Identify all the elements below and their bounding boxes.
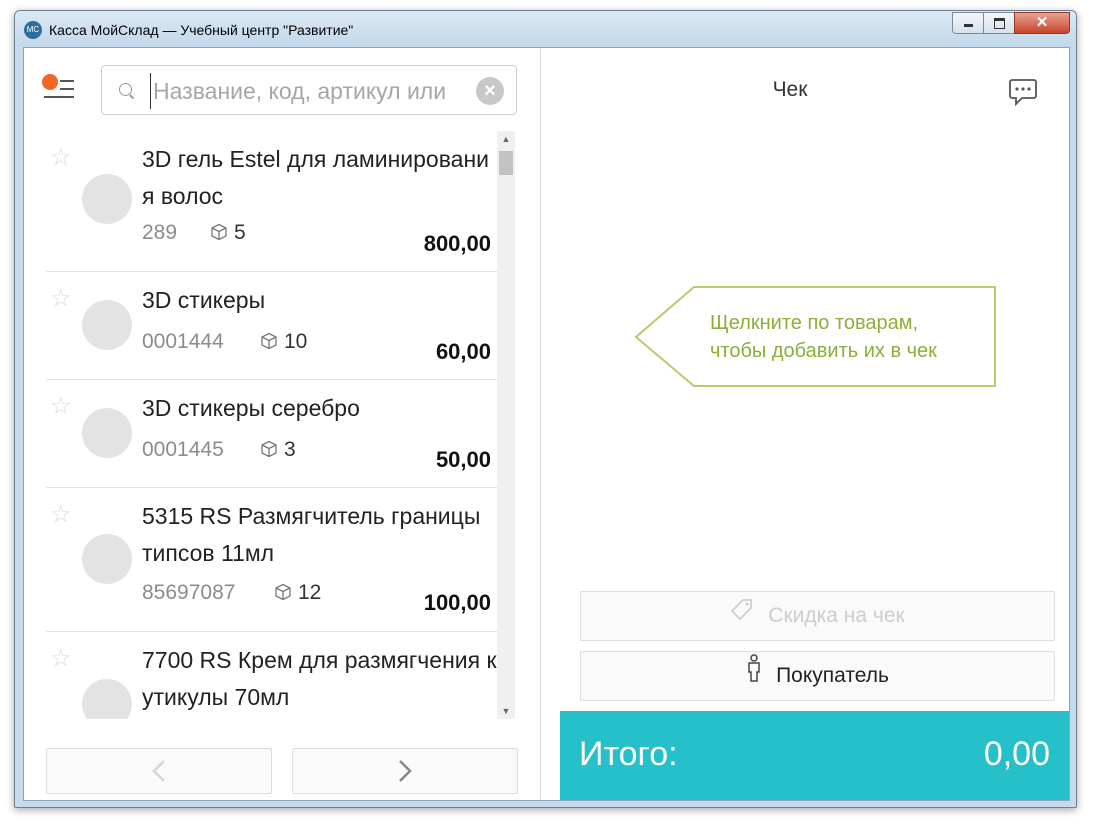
- total-label: Итого:: [579, 735, 678, 773]
- maximize-button[interactable]: [983, 12, 1015, 34]
- product-stock: 12: [274, 581, 321, 605]
- product-stock: 10: [260, 330, 307, 354]
- product-price: 100,00: [423, 590, 491, 615]
- product-name: 3D гель Estel для ламинирования волос: [142, 146, 490, 209]
- product-thumbnail: [82, 534, 132, 584]
- minimize-button[interactable]: [952, 12, 984, 34]
- search-box: ×: [101, 65, 517, 115]
- total-value: 0,00: [983, 735, 1050, 773]
- product-price: 50,00: [435, 447, 491, 472]
- product-thumbnail: [82, 174, 132, 224]
- product-code: 0001444: [142, 330, 224, 353]
- product-thumbnail: [82, 408, 132, 458]
- person-icon: [746, 652, 762, 700]
- chevron-right-icon: [399, 760, 412, 782]
- buyer-label: Покупатель: [776, 664, 889, 687]
- product-price: 800,00: [423, 231, 491, 256]
- minimize-icon: [964, 24, 973, 27]
- window-controls: ✕: [952, 12, 1070, 34]
- scroll-down-arrow-icon[interactable]: ▼: [497, 703, 515, 719]
- stock-count: 10: [284, 330, 308, 353]
- product-name: 5315 RS Размягчитель границы типсов 11мл: [142, 503, 481, 566]
- app-window: МС Касса МойСклад — Учебный центр "Разви…: [14, 10, 1077, 808]
- buyer-button[interactable]: Покупатель: [580, 651, 1055, 701]
- favorite-star-icon[interactable]: ☆: [50, 644, 72, 673]
- menu-line: [60, 80, 74, 82]
- stock-count: 3: [284, 438, 296, 461]
- next-page-button[interactable]: [292, 748, 518, 794]
- clear-search-button[interactable]: ×: [476, 77, 504, 105]
- scroll-up-arrow-icon[interactable]: ▲: [497, 131, 515, 147]
- box-icon: [261, 440, 277, 458]
- product-thumbnail: [82, 679, 132, 719]
- favorite-star-icon[interactable]: ☆: [50, 284, 72, 313]
- product-stock: 3: [260, 438, 296, 462]
- favorite-star-icon[interactable]: ☆: [50, 500, 72, 529]
- title-bar[interactable]: МС Касса МойСклад — Учебный центр "Разви…: [15, 11, 1076, 47]
- product-code: 289: [142, 221, 178, 244]
- app-logo-icon: МС: [24, 21, 42, 39]
- product-stock: 5: [210, 221, 246, 245]
- menu-line: [44, 96, 74, 98]
- chat-icon[interactable]: [1008, 78, 1038, 107]
- chat-bubble-icon: [1009, 79, 1037, 107]
- maximize-icon: [994, 18, 1005, 29]
- product-list: ☆ 3D гель Estel для ламинирования волос …: [46, 131, 497, 719]
- scrollbar-thumb[interactable]: [499, 151, 513, 175]
- hint-text: Щелкните по товарам, чтобы добавить их в…: [710, 309, 937, 365]
- product-code: 0001445: [142, 438, 224, 461]
- product-name: 7700 RS Крем для размягчения кутикулы 70…: [142, 647, 497, 710]
- search-input[interactable]: [150, 73, 475, 109]
- product-price: 60,00: [435, 339, 491, 364]
- list-item[interactable]: ☆ 3D гель Estel для ламинирования волос …: [46, 131, 497, 272]
- discount-label: Скидка на чек: [768, 604, 905, 627]
- stock-count: 5: [234, 221, 246, 244]
- close-button[interactable]: ✕: [1014, 12, 1070, 34]
- list-item[interactable]: ☆ 7700 RS Крем для размягчения кутикулы …: [46, 632, 497, 719]
- search-icon: [119, 83, 132, 96]
- brand-dot-icon: [42, 74, 58, 90]
- total-bar[interactable]: Итого: 0,00: [560, 711, 1069, 800]
- menu-button[interactable]: [42, 74, 76, 102]
- prev-page-button[interactable]: [46, 748, 272, 794]
- product-name: 3D стикеры серебро: [142, 395, 360, 421]
- receipt-discount-button[interactable]: Скидка на чек: [580, 591, 1055, 641]
- product-code: 85697087: [142, 581, 236, 604]
- receipt-panel: Чек Щелкните по товарам, чтобы добавить …: [560, 48, 1069, 800]
- box-icon: [211, 223, 227, 241]
- chevron-left-icon: [152, 760, 165, 782]
- empty-receipt-hint: Щелкните по товарам, чтобы добавить их в…: [634, 285, 998, 389]
- receipt-title: Чек: [772, 78, 808, 101]
- favorite-star-icon[interactable]: ☆: [50, 392, 72, 421]
- list-item[interactable]: ☆ 3D стикеры 0001444 10 60,00: [46, 272, 497, 380]
- box-icon: [261, 332, 277, 350]
- menu-line: [60, 88, 74, 90]
- product-thumbnail: [82, 300, 132, 350]
- tag-icon: [730, 592, 754, 640]
- box-icon: [275, 583, 291, 601]
- window-title: Касса МойСклад — Учебный центр "Развитие…: [49, 22, 354, 38]
- close-icon: ✕: [1035, 14, 1049, 31]
- list-scrollbar[interactable]: ▲ ▼: [497, 131, 515, 719]
- catalog-panel: × ☆ 3D гель Estel для ламинирования воло…: [24, 48, 541, 800]
- app-client-area: × ☆ 3D гель Estel для ламинирования воло…: [23, 47, 1070, 801]
- product-name: 3D стикеры: [142, 287, 266, 313]
- favorite-star-icon[interactable]: ☆: [50, 143, 72, 172]
- list-item[interactable]: ☆ 3D стикеры серебро 0001445 3 50,00: [46, 380, 497, 488]
- hint-text-line: чтобы добавить их в чек: [710, 340, 937, 362]
- hint-text-line: Щелкните по товарам,: [710, 312, 919, 334]
- list-item[interactable]: ☆ 5315 RS Размягчитель границы типсов 11…: [46, 488, 497, 632]
- stock-count: 12: [298, 581, 322, 604]
